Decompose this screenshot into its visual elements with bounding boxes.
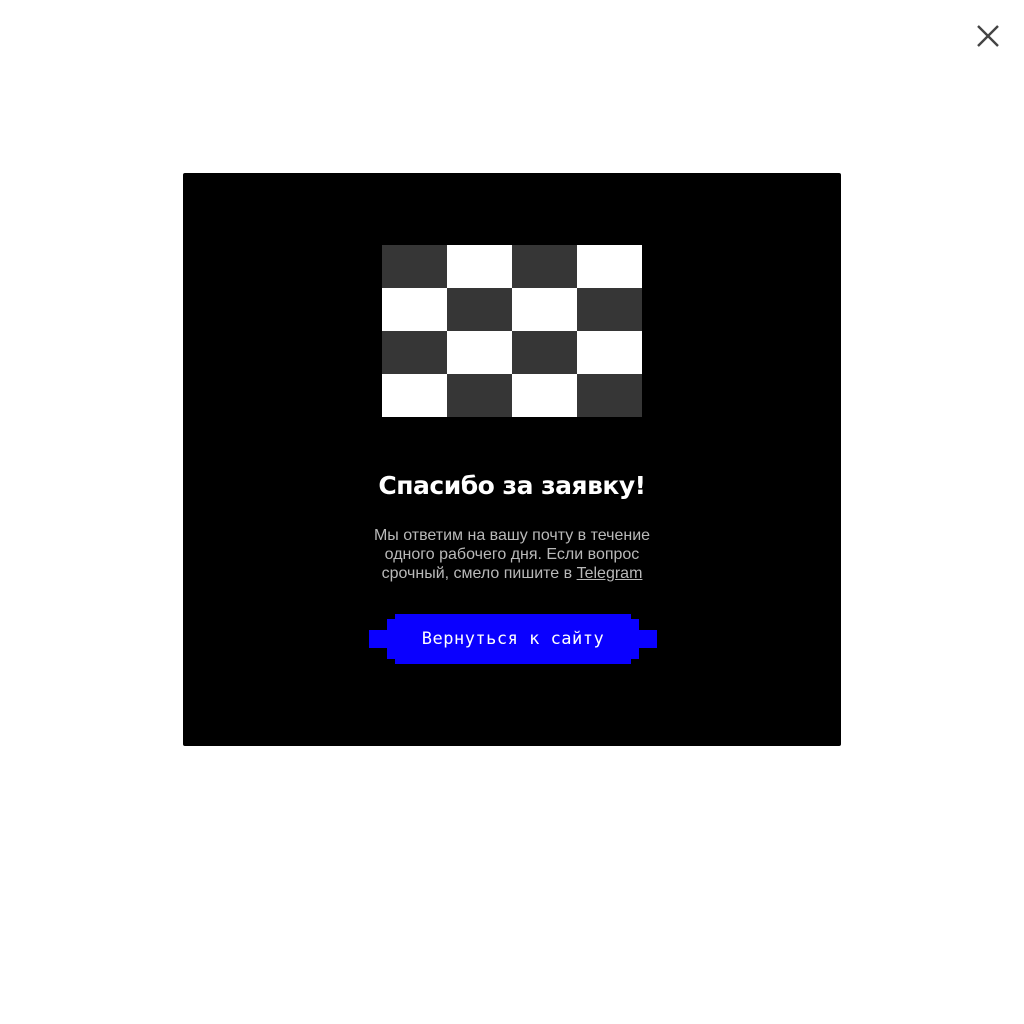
telegram-link[interactable]: Telegram — [577, 565, 643, 582]
checker-square-dark — [577, 288, 642, 331]
checker-square-light — [577, 331, 642, 374]
checker-square-light — [382, 288, 447, 331]
modal-title: Спасибо за заявку! — [378, 471, 646, 500]
modal-message: Мы ответим на вашу почту в течение одног… — [357, 526, 667, 583]
close-icon — [977, 25, 999, 47]
checker-square-dark — [577, 374, 642, 417]
checker-square-light — [382, 374, 447, 417]
checker-square-dark — [382, 331, 447, 374]
checker-square-dark — [447, 374, 512, 417]
checker-square-dark — [512, 245, 577, 288]
return-to-site-button[interactable]: Вернуться к сайту — [369, 614, 657, 664]
checker-square-dark — [382, 245, 447, 288]
checker-square-light — [512, 374, 577, 417]
checkerboard-flag-icon — [382, 245, 642, 417]
checker-square-dark — [447, 288, 512, 331]
thank-you-modal: Спасибо за заявку! Мы ответим на вашу по… — [183, 173, 841, 746]
checker-square-light — [447, 245, 512, 288]
checker-square-dark — [512, 331, 577, 374]
return-to-site-label: Вернуться к сайту — [421, 629, 605, 649]
close-button[interactable] — [972, 20, 1004, 52]
checker-square-light — [512, 288, 577, 331]
checker-square-light — [577, 245, 642, 288]
checker-square-light — [447, 331, 512, 374]
